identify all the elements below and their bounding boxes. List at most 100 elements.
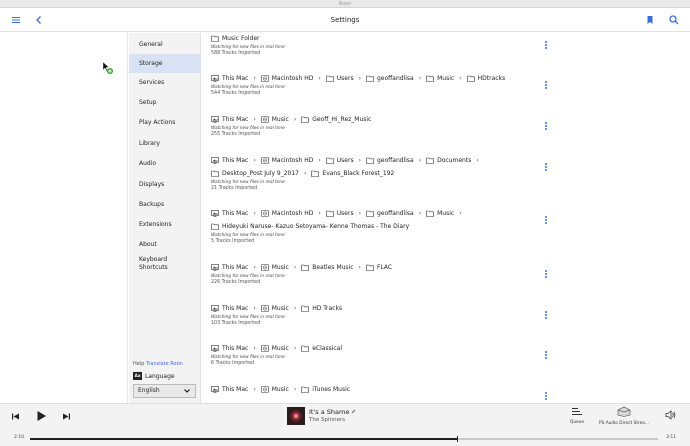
seek-bar-fill — [30, 438, 458, 440]
computer-icon — [211, 74, 219, 82]
track-title[interactable]: It's a Shame — [309, 408, 356, 416]
nav-item-backups[interactable]: Backups — [129, 195, 201, 214]
path-segment-label: Evans_Black Forest_192 — [322, 169, 395, 177]
track-title-text: It's a Shame — [309, 408, 350, 416]
path-segment: Music — [260, 386, 289, 393]
more-options-icon[interactable] — [544, 216, 548, 226]
previous-track-icon[interactable] — [11, 412, 20, 421]
tracks-imported-count: 226 Tracks Imported — [211, 280, 261, 285]
next-track-icon[interactable] — [62, 412, 71, 421]
path-separator-icon: › — [418, 209, 422, 217]
album-art[interactable] — [287, 407, 305, 425]
path-segment-label: Macintosh HD — [271, 156, 314, 164]
path-segment-label: Macintosh HD — [271, 74, 314, 82]
path-segment: Desktop_Post July 9_2017 — [211, 170, 299, 177]
path-segment: This Mac — [211, 210, 248, 217]
more-options-icon[interactable] — [544, 163, 548, 173]
volume-icon[interactable] — [665, 410, 676, 420]
path-segment: This Mac — [211, 116, 248, 123]
folder-path: Desktop_Post July 9_2017 › Evans_Black For… — [211, 168, 561, 178]
drive-icon — [260, 209, 269, 217]
path-segment-label: HDtracks — [477, 74, 506, 82]
nav-item-extensions[interactable]: Extensions — [129, 215, 201, 234]
add-folder-cursor-icon[interactable] — [102, 61, 114, 75]
more-options-icon[interactable] — [544, 81, 548, 91]
path-segment-label: This Mac — [222, 115, 249, 123]
folder-path: This Mac › Music › Geoff_Hi_Rez_Music — [211, 114, 561, 124]
folder-icon — [426, 210, 434, 217]
hamburger-menu-icon[interactable] — [10, 14, 22, 26]
path-separator-icon: › — [293, 115, 297, 123]
path-segment-label: HD Tracks — [312, 304, 343, 312]
more-options-icon[interactable] — [544, 392, 548, 402]
path-segment: geoffandlisa — [366, 75, 414, 82]
nav-item-audio[interactable]: Audio — [129, 154, 201, 173]
zone-label: PS Audio Direct Strea... — [599, 421, 649, 426]
path-segment-label: Music — [271, 263, 289, 271]
nav-item-displays[interactable]: Displays — [129, 175, 201, 194]
track-artist[interactable]: The Spinners — [309, 417, 345, 423]
path-segment-label: Geoff_Hi_Rez_Music — [312, 115, 372, 123]
search-icon[interactable] — [668, 14, 680, 26]
path-segment: Music Folder — [211, 35, 260, 42]
path-segment-label: This Mac — [222, 344, 249, 352]
zone-button[interactable]: PS Audio Direct Strea... — [598, 406, 650, 426]
path-separator-icon: › — [253, 74, 256, 82]
back-arrow-icon[interactable] — [33, 14, 45, 26]
path-separator-icon: › — [459, 209, 462, 217]
nav-item-setup[interactable]: Setup — [129, 93, 201, 112]
nav-item-general[interactable]: General — [129, 35, 201, 54]
nav-item-about[interactable]: About — [129, 235, 201, 254]
storage-folder-row: This Mac › Music › Geoff_Hi_Rez_Music Watchin… — [211, 114, 561, 139]
player-bar: It's a Shame The Spinners Queue PS Audio… — [0, 403, 690, 446]
play-icon[interactable] — [35, 410, 47, 422]
language-label: Language — [145, 372, 175, 380]
computer-icon — [211, 263, 219, 271]
translate-roon-link[interactable]: Translate Roon — [146, 361, 183, 367]
path-separator-icon: › — [304, 169, 307, 177]
nav-item-play-actions[interactable]: Play Actions — [129, 113, 201, 132]
path-segment: geoffandlisa — [366, 157, 414, 164]
help-link[interactable]: Help — [133, 361, 144, 367]
nav-item-storage[interactable]: Storage — [129, 54, 201, 73]
window-titlebar: Roon — [0, 0, 690, 8]
path-segment: This Mac — [211, 157, 248, 164]
edit-pencil-icon[interactable] — [351, 409, 356, 414]
folder-icon — [366, 210, 374, 217]
storage-folder-row: This Mac › Macintosh HD › Users › geoffandlisa… — [211, 208, 561, 246]
queue-button[interactable]: Queue — [566, 407, 588, 425]
page-title: Settings — [330, 16, 360, 24]
more-options-icon[interactable] — [544, 311, 548, 321]
path-separator-icon: › — [418, 74, 422, 82]
path-segment-label: geoffandlisa — [376, 209, 414, 217]
more-options-icon[interactable] — [544, 270, 548, 280]
path-segment: Users — [325, 210, 354, 217]
language-icon: Aa — [133, 372, 142, 380]
nav-item-library[interactable]: Library — [129, 134, 201, 153]
seek-bar[interactable] — [30, 436, 658, 442]
path-segment-label: Music — [271, 304, 289, 312]
path-separator-icon: › — [253, 115, 256, 123]
path-segment-label: geoffandlisa — [376, 156, 414, 164]
storage-folder-row: This Mac › Music › iTunes Music — [211, 384, 561, 403]
audio-device-icon — [617, 406, 631, 417]
more-options-icon[interactable] — [544, 351, 548, 361]
storage-folder-row: This Mac › Macintosh HD › Users › geoffandlisa… — [211, 73, 561, 98]
path-segment-label: This Mac — [222, 156, 249, 164]
nav-item-keyboard-shortcuts[interactable]: Keyboard Shortcuts — [129, 254, 189, 274]
left-panel — [0, 33, 128, 403]
seek-bar-handle[interactable] — [457, 436, 459, 442]
path-separator-icon: › — [418, 156, 422, 164]
computer-icon — [211, 304, 219, 312]
nav-item-services[interactable]: Services — [129, 73, 201, 92]
more-options-icon[interactable] — [544, 41, 548, 51]
path-segment: HD Tracks — [301, 305, 342, 312]
path-segment-label: This Mac — [222, 263, 249, 271]
queue-label: Queue — [569, 420, 585, 425]
path-segment-label: eClassical — [312, 344, 343, 352]
path-separator-icon: › — [253, 156, 256, 164]
path-segment-label: FLAC — [376, 263, 393, 271]
more-options-icon[interactable] — [544, 122, 548, 132]
language-select[interactable]: English — [133, 384, 196, 398]
bookmark-icon[interactable] — [644, 14, 656, 26]
